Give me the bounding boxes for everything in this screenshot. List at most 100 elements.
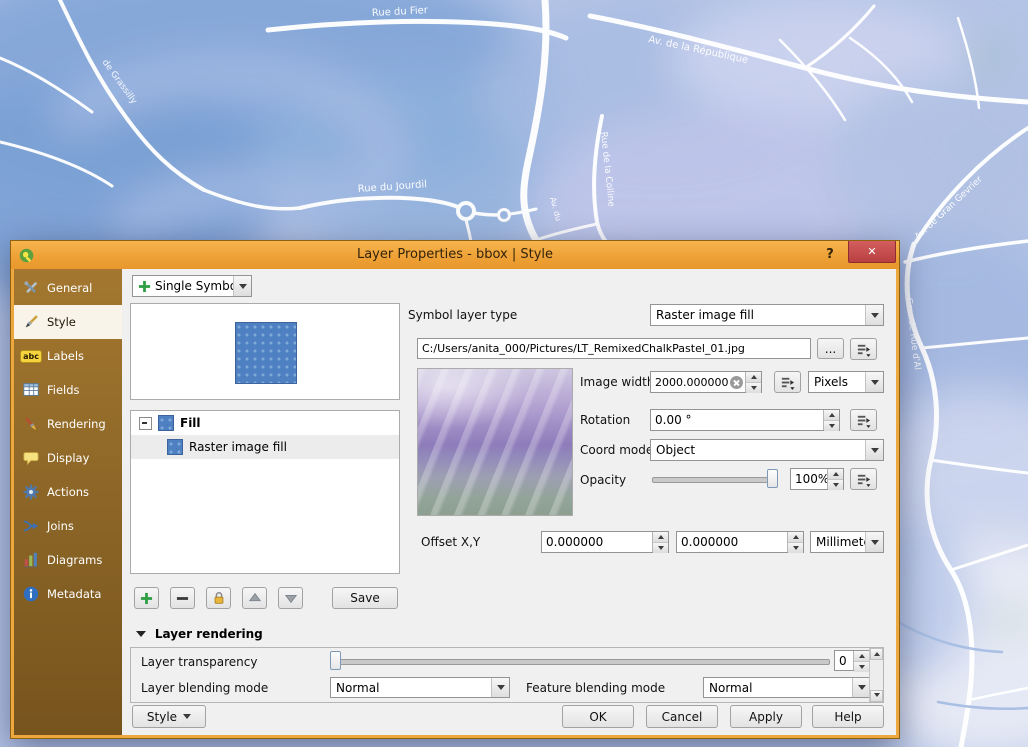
sidebar-item-label: Rendering	[47, 417, 106, 431]
symbol-layer-type-combo[interactable]: Raster image fill	[650, 304, 884, 326]
combo-arrow[interactable]	[865, 372, 883, 392]
transparency-slider-handle[interactable]	[330, 651, 341, 670]
close-button[interactable]: ✕	[848, 241, 896, 263]
sidebar-item-actions[interactable]: Actions	[14, 475, 122, 509]
combo-arrow[interactable]	[852, 678, 870, 697]
symbol-tree-root-row[interactable]: Fill	[131, 411, 399, 435]
slider-groove	[652, 477, 778, 483]
combo-arrow[interactable]	[865, 440, 883, 460]
minus-icon	[176, 592, 189, 605]
renderer-combo-arrow[interactable]	[233, 276, 251, 296]
diagrams-icon	[21, 550, 41, 570]
layer-rendering-title: Layer rendering	[155, 627, 263, 641]
remove-symbol-layer-button[interactable]	[170, 587, 195, 609]
data-defined-override-button[interactable]	[850, 338, 877, 360]
arrow-up-icon	[248, 591, 262, 605]
rotation-label: Rotation	[580, 413, 630, 427]
save-symbol-button[interactable]: Save	[332, 587, 398, 609]
sidebar-item-general[interactable]: General	[14, 271, 122, 305]
image-width-label: Image width	[580, 375, 654, 389]
dialog-title: Layer Properties - bbox | Style	[11, 241, 899, 269]
symbol-preview-panel	[130, 303, 400, 400]
offset-x-spinbox[interactable]: 0.000000	[541, 531, 669, 553]
symbol-tree-child-row[interactable]: Raster image fill	[131, 435, 399, 459]
spin-buttons[interactable]	[853, 651, 869, 670]
sidebar-item-style[interactable]: Style	[14, 305, 122, 339]
apply-button[interactable]: Apply	[730, 705, 802, 728]
chevron-down-icon	[183, 714, 191, 723]
help-titlebar-button[interactable]: ?	[819, 241, 841, 269]
rendering-icon	[21, 414, 41, 434]
move-down-button[interactable]	[278, 587, 303, 609]
rotation-spinbox[interactable]: 0.00 °	[650, 409, 840, 431]
sidebar-item-label: Diagrams	[47, 553, 102, 567]
sidebar-item-label: Actions	[47, 485, 89, 499]
sidebar-item-display[interactable]: Display	[14, 441, 122, 475]
spin-buttons[interactable]	[787, 532, 803, 552]
renderer-value: Single Symbol	[155, 279, 233, 293]
sidebar-item-rendering[interactable]: Rendering	[14, 407, 122, 441]
coord-mode-combo[interactable]: Object	[650, 439, 884, 461]
expression-icon	[856, 342, 871, 357]
data-defined-override-button[interactable]	[774, 371, 801, 393]
fill-symbol-swatch	[158, 415, 174, 431]
image-width-spinbox[interactable]: 2000.000000	[650, 371, 762, 393]
combo-arrow[interactable]	[491, 678, 509, 697]
layer-rendering-header[interactable]: Layer rendering	[136, 627, 263, 642]
renderer-combo[interactable]: Single Symbol	[132, 275, 252, 297]
combo-arrow[interactable]	[865, 305, 883, 325]
sidebar-item-labels[interactable]: abc Labels	[14, 339, 122, 373]
tree-root-label: Fill	[180, 416, 201, 430]
ok-button[interactable]: OK	[562, 705, 634, 728]
offset-unit-combo[interactable]: Millimeter	[810, 531, 884, 553]
joins-icon	[21, 516, 41, 536]
feature-blending-label: Feature blending mode	[526, 681, 665, 695]
collapse-arrow-icon	[136, 631, 146, 642]
sidebar-item-label: Style	[47, 315, 76, 329]
opacity-spinbox[interactable]: 100%	[790, 468, 844, 490]
collapse-expander-icon[interactable]	[139, 417, 152, 430]
layer-blending-combo[interactable]: Normal	[330, 677, 510, 698]
sidebar-item-joins[interactable]: Joins	[14, 509, 122, 543]
style-icon	[21, 312, 41, 332]
opacity-slider[interactable]	[652, 469, 778, 489]
sidebar-item-fields[interactable]: Fields	[14, 373, 122, 407]
lock-color-button[interactable]	[206, 587, 231, 609]
sidebar-item-diagrams[interactable]: Diagrams	[14, 543, 122, 577]
scrollbar[interactable]	[869, 648, 883, 702]
combo-arrow[interactable]	[865, 532, 883, 552]
raster-fill-swatch	[167, 439, 183, 455]
feature-blending-combo[interactable]: Normal	[703, 677, 871, 698]
spin-buttons[interactable]	[823, 410, 839, 430]
data-defined-override-button[interactable]	[850, 409, 877, 431]
move-up-button[interactable]	[242, 587, 267, 609]
dialog-titlebar[interactable]: Layer Properties - bbox | Style ? ✕	[11, 241, 899, 269]
style-menu-button[interactable]: Style	[132, 705, 206, 728]
scroll-up-button[interactable]	[870, 648, 883, 660]
opacity-label: Opacity	[580, 473, 626, 487]
spin-buttons[interactable]	[745, 372, 761, 392]
spin-buttons[interactable]	[827, 469, 843, 489]
add-symbol-layer-button[interactable]	[134, 587, 159, 609]
image-path-input[interactable]: C:/Users/anita_000/Pictures/LT_RemixedCh…	[417, 338, 811, 359]
clear-icon[interactable]	[730, 376, 743, 389]
layer-transparency-spinbox[interactable]: 0	[834, 650, 870, 671]
browse-file-button[interactable]: ...	[817, 338, 844, 359]
layer-transparency-slider[interactable]	[330, 651, 830, 671]
opacity-slider-handle[interactable]	[767, 469, 778, 488]
scroll-down-button[interactable]	[870, 690, 883, 702]
cancel-button[interactable]: Cancel	[646, 705, 718, 728]
general-icon	[21, 278, 41, 298]
width-unit-combo[interactable]: Pixels	[808, 371, 884, 393]
symbol-layers-tree: Fill Raster image fill	[130, 410, 400, 574]
spin-buttons[interactable]	[652, 532, 668, 552]
sidebar-item-label: Labels	[47, 349, 84, 363]
offset-y-spinbox[interactable]: 0.000000	[676, 531, 804, 553]
sidebar: General Style abc Labels	[14, 269, 122, 735]
data-defined-override-button[interactable]	[850, 468, 877, 490]
actions-gear-icon	[21, 482, 41, 502]
single-symbol-icon	[138, 280, 151, 293]
help-button[interactable]: Help	[812, 705, 884, 728]
sidebar-item-metadata[interactable]: Metadata	[14, 577, 122, 611]
slider-groove	[330, 659, 830, 665]
